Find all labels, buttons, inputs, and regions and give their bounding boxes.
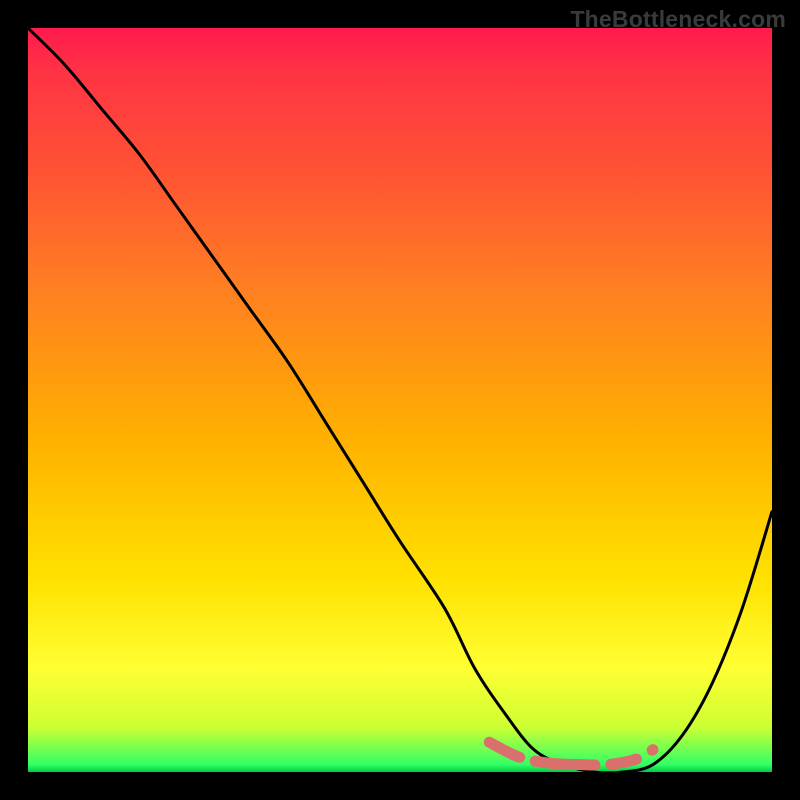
plot-area [28,28,772,772]
curve-svg [28,28,772,772]
recommended-range-marker [489,742,653,765]
chart-frame: TheBottleneck.com [0,0,800,800]
bottleneck-curve [28,28,772,773]
